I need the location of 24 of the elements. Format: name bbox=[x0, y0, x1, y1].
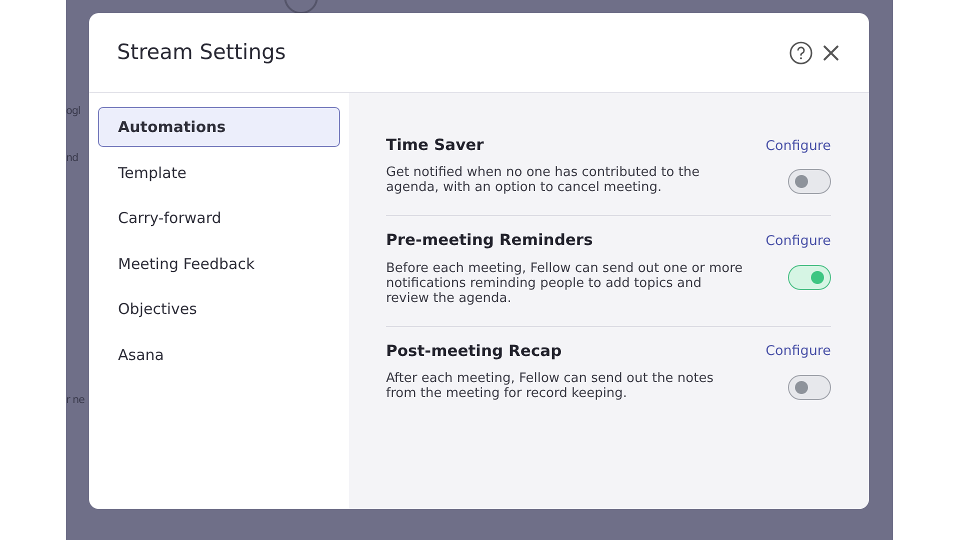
sidebar-item[interactable]: Template bbox=[98, 152, 340, 192]
automation-title: Pre-meeting Reminders bbox=[386, 230, 593, 252]
automation-title: Time Saver bbox=[386, 135, 484, 156]
sidebar-item[interactable]: Meeting Feedback bbox=[98, 244, 340, 283]
automation-description: After each meeting, Fellow can send out the notes from the meeting for record keeping. bbox=[386, 370, 714, 401]
automation-title: Post-meeting Recap bbox=[386, 340, 562, 362]
sidebar-item[interactable]: Automations bbox=[98, 107, 340, 146]
close-icon[interactable] bbox=[821, 42, 841, 62]
background-text: ogl bbox=[66, 104, 80, 119]
automation-description: Get notified when no one has contributed to the agenda, with an option to cancel meeting. bbox=[386, 165, 701, 196]
background-text: r ne bbox=[66, 393, 84, 408]
background-text: nd bbox=[66, 151, 78, 166]
sidebar-item[interactable]: Asana bbox=[98, 334, 340, 374]
configure-link[interactable]: Configure bbox=[766, 230, 831, 251]
sidebar-item[interactable]: Objectives bbox=[98, 289, 340, 328]
configure-link[interactable]: Configure bbox=[766, 341, 831, 362]
help-icon[interactable] bbox=[789, 40, 813, 64]
toggle-switch[interactable] bbox=[788, 374, 831, 400]
toggle-switch[interactable] bbox=[788, 169, 831, 194]
automation-description: Before each meeting, Fellow can send out one or more notifications reminding people to add topics and review the agenda. bbox=[386, 260, 744, 306]
dialog-title: Stream Settings bbox=[117, 40, 286, 66]
configure-link[interactable]: Configure bbox=[766, 136, 831, 156]
toggle-switch[interactable] bbox=[788, 264, 831, 290]
sidebar-item[interactable]: Carry-forward bbox=[98, 198, 340, 238]
